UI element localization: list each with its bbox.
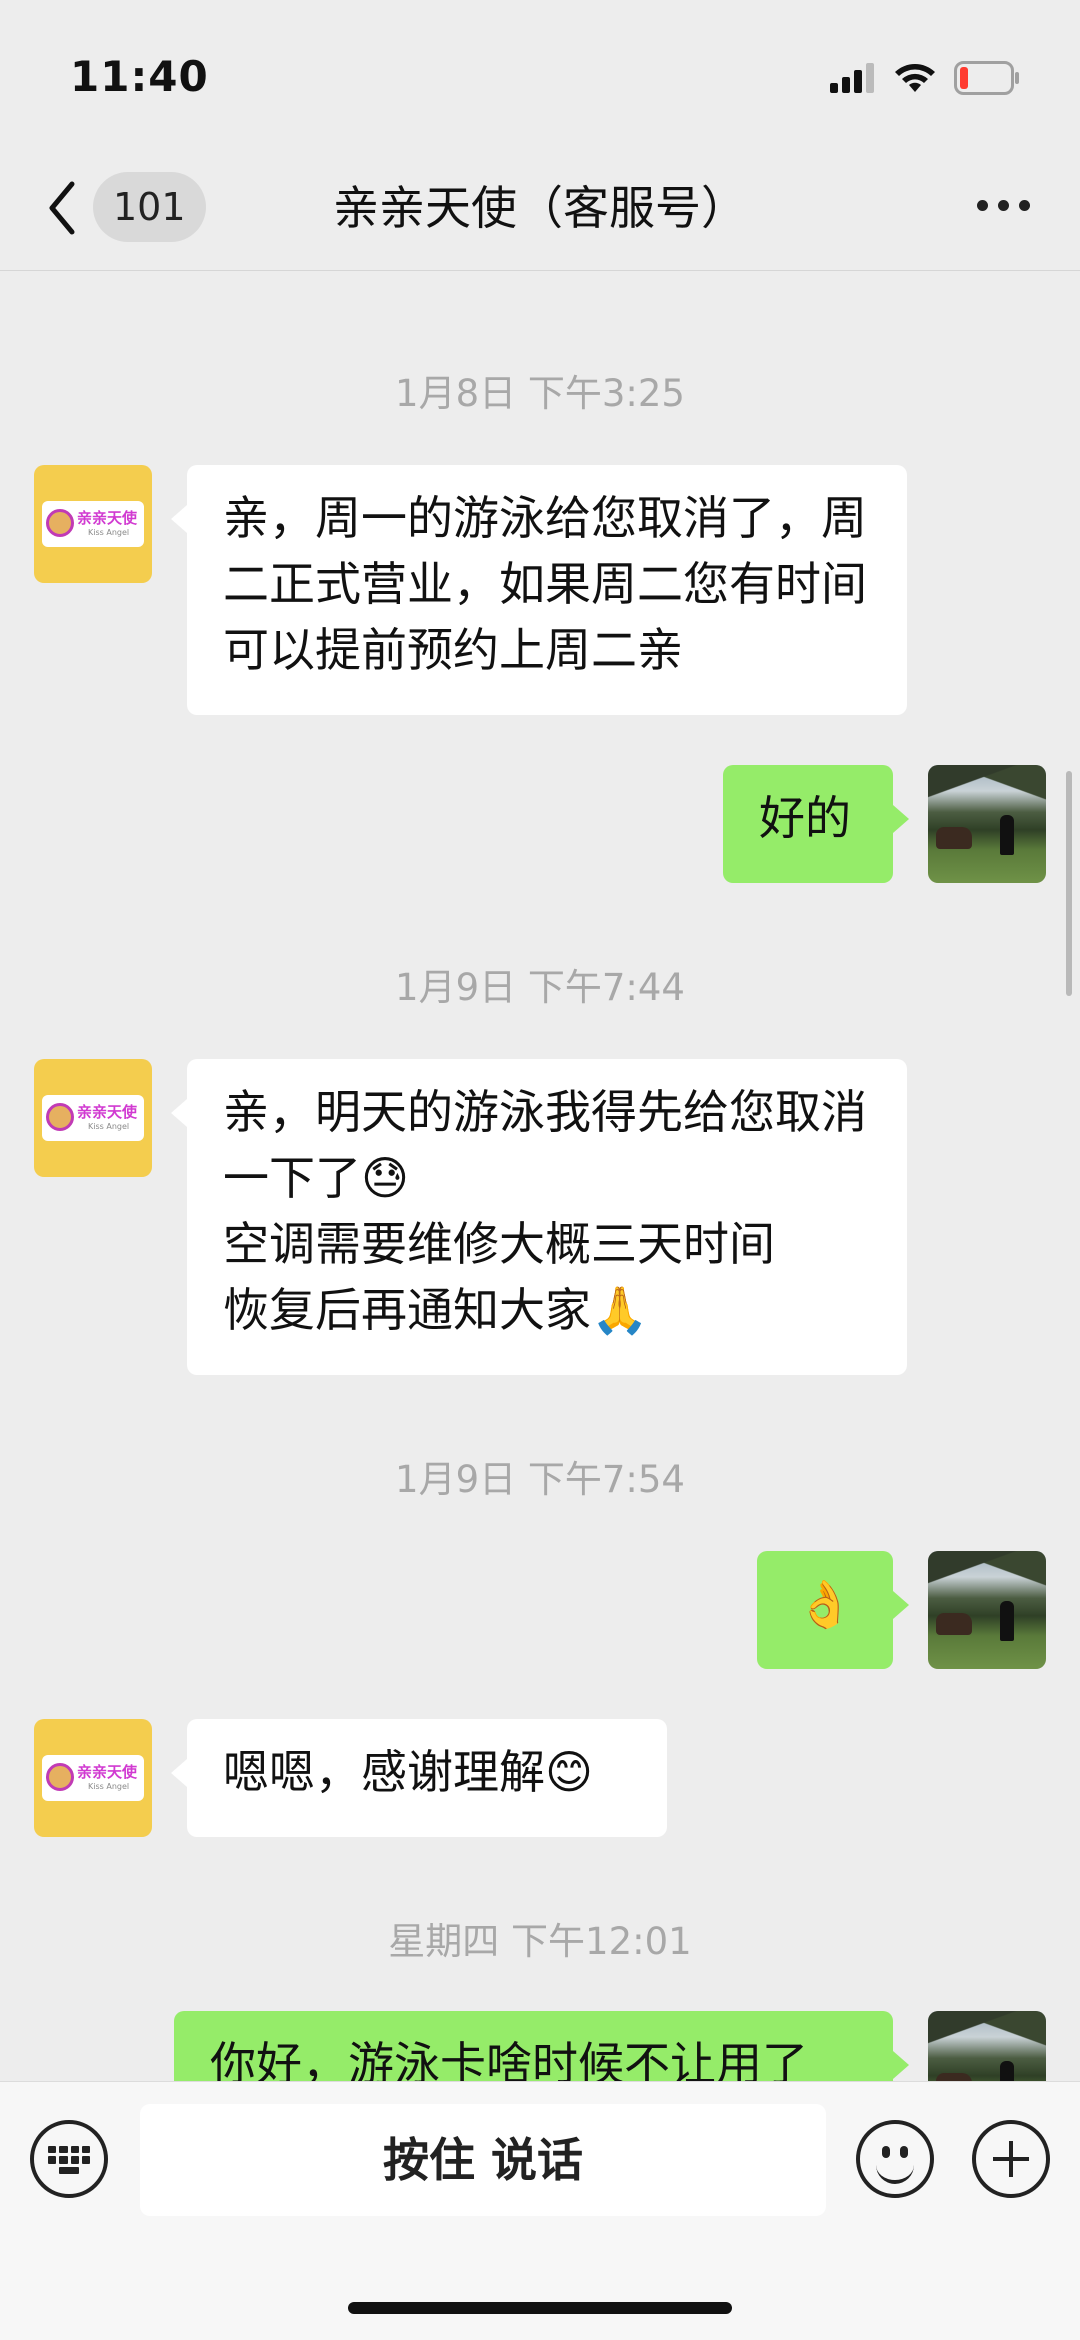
message-bubble-incoming[interactable]: 亲，明天的游泳我得先给您取消一下了😓 空调需要维修大概三天时间 恢复后再通知大家… xyxy=(171,1059,907,1375)
user-avatar[interactable] xyxy=(928,1551,1046,1669)
contact-avatar[interactable]: 亲亲天使 Kiss Angel xyxy=(34,1719,152,1837)
contact-avatar[interactable]: 亲亲天使 Kiss Angel xyxy=(34,1059,152,1177)
brand-logo: 亲亲天使 Kiss Angel xyxy=(42,1755,144,1801)
plus-icon[interactable] xyxy=(972,2120,1050,2198)
message-list[interactable]: 1月8日 下午3:25 亲亲天使 Kiss Angel 亲，周一的游泳给您取消了… xyxy=(0,271,1080,2081)
message-timestamp: 1月9日 下午7:44 xyxy=(395,966,685,1009)
message-bubble-outgoing[interactable]: 👌 xyxy=(757,1551,909,1669)
brand-logo: 亲亲天使 Kiss Angel xyxy=(42,1095,144,1141)
message-bubble-incoming[interactable]: 嗯嗯，感谢理解😊 xyxy=(171,1719,667,1837)
brand-logo: 亲亲天使 Kiss Angel xyxy=(42,501,144,547)
battery-icon xyxy=(954,61,1019,95)
hold-to-talk-button[interactable]: 按住 说话 xyxy=(140,2104,826,2216)
more-dots-icon[interactable] xyxy=(977,200,1030,211)
home-indicator[interactable] xyxy=(348,2302,732,2314)
scrollbar[interactable] xyxy=(1066,771,1072,996)
input-bar: 按住 说话 xyxy=(0,2081,1080,2340)
contact-avatar[interactable]: 亲亲天使 Kiss Angel xyxy=(34,465,152,583)
user-avatar[interactable] xyxy=(928,765,1046,883)
wifi-icon xyxy=(895,64,935,92)
status-icons xyxy=(830,58,1020,98)
status-time: 11:40 xyxy=(70,52,209,101)
page-title: 亲亲天使（客服号） xyxy=(333,181,747,235)
message-bubble-outgoing[interactable]: 你好，游泳卡啥时候不让用了 xyxy=(174,2011,909,2081)
status-bar: 11:40 xyxy=(0,0,1080,150)
message-bubble-outgoing[interactable]: 好的 xyxy=(723,765,909,883)
message-timestamp: 1月9日 下午7:54 xyxy=(395,1458,685,1501)
emoji-icon[interactable] xyxy=(856,2120,934,2198)
message-bubble-incoming[interactable]: 亲，周一的游泳给您取消了，周二正式营业，如果周二您有时间可以提前预约上周二亲 xyxy=(171,465,907,715)
keyboard-icon[interactable] xyxy=(30,2120,108,2198)
message-timestamp: 1月8日 下午3:25 xyxy=(395,372,685,415)
message-timestamp: 星期四 下午12:01 xyxy=(388,1920,692,1963)
signal-icon xyxy=(830,63,874,93)
user-avatar[interactable] xyxy=(928,2011,1046,2081)
chat-header: 101 亲亲天使（客服号） xyxy=(0,150,1080,271)
